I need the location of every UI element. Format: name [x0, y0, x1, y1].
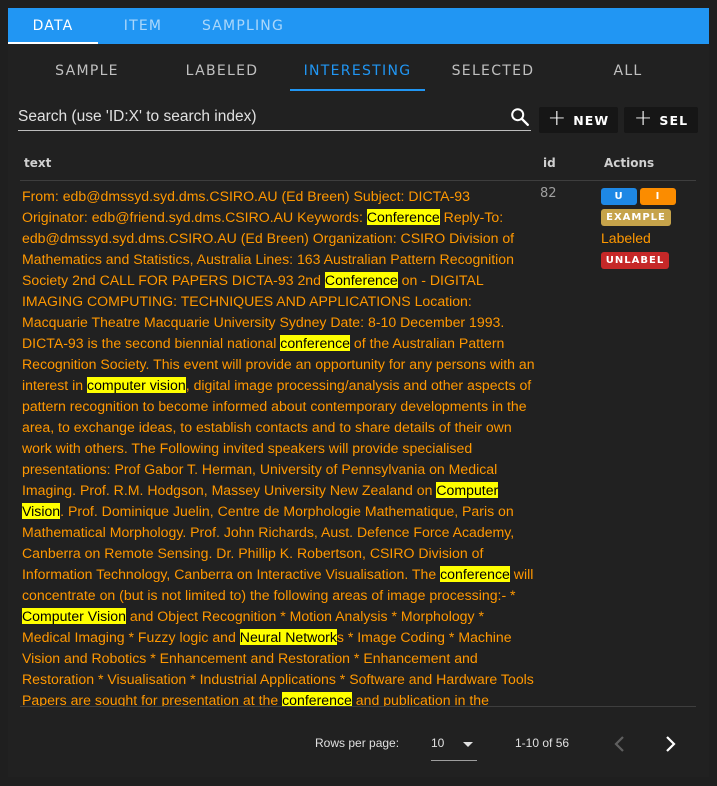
highlighted-keyword: Conference [324, 272, 398, 288]
subtab-labeled[interactable]: LABELED [167, 52, 277, 90]
table-row: From: edb@dmssyd.syd.dms.CSIRO.AU (Ed Br… [20, 180, 696, 707]
text-segment: , digital image processing/analysis and … [22, 377, 532, 498]
subtab-selected[interactable]: SELECTED [438, 52, 548, 90]
table-header: text id Actions [20, 148, 696, 181]
unlabel-button[interactable]: UNLABEL [601, 252, 669, 269]
top-tab-bar: DATA ITEM SAMPLING [8, 8, 709, 44]
highlighted-keyword: computer vision [87, 377, 186, 393]
mark-i-button[interactable]: I [640, 188, 676, 205]
sel-button-label: SEL [659, 112, 689, 128]
highlighted-keyword: conference [440, 566, 510, 582]
page-range: 1-10 of 56 [515, 736, 570, 750]
example-button[interactable]: EXAMPLE [601, 209, 671, 226]
subtab-sample-label: SAMPLE [55, 63, 119, 79]
tab-data[interactable]: DATA [8, 8, 98, 44]
subtab-interesting[interactable]: INTERESTING [290, 52, 425, 91]
rows-per-page-value: 10 [431, 736, 445, 750]
pagination-footer: Rows per page: 10 1-10 of 56 [8, 706, 709, 777]
highlighted-keyword: conference [280, 335, 351, 351]
active-subtab-indicator [290, 89, 425, 91]
text-segment: and publication in the [351, 692, 489, 707]
column-header-id: id [543, 156, 556, 170]
subtab-selected-label: SELECTED [451, 63, 535, 79]
tab-data-label: DATA [32, 18, 74, 34]
column-header-actions: Actions [604, 156, 655, 170]
highlighted-keyword: conference [282, 692, 352, 707]
row-text-cell: From: edb@dmssyd.syd.dms.CSIRO.AU (Ed Br… [22, 186, 536, 707]
subtab-all[interactable]: ALL [573, 52, 683, 90]
highlighted-keyword: Neural Network [239, 629, 337, 645]
search-field [18, 106, 531, 131]
new-button[interactable]: + NEW [539, 107, 618, 133]
tab-item-label: ITEM [123, 18, 163, 34]
plus-icon: + [633, 106, 654, 131]
subtab-interesting-label: INTERESTING [303, 63, 412, 79]
search-icon[interactable] [509, 106, 531, 128]
highlighted-keyword: Computer Vision [22, 608, 126, 624]
plus-icon: + [547, 106, 568, 131]
app-window: DATA ITEM SAMPLING SAMPLE LABELED INTERE… [8, 8, 709, 777]
chevron-right-icon[interactable] [658, 732, 682, 756]
caret-down-icon [463, 742, 473, 747]
sel-button[interactable]: + SEL [624, 107, 698, 133]
subtab-all-label: ALL [613, 63, 643, 79]
mark-u-button[interactable]: U [601, 188, 637, 205]
new-button-label: NEW [573, 112, 610, 128]
rows-per-page-label: Rows per page: [315, 736, 400, 750]
highlighted-keyword: Conference [366, 209, 440, 225]
search-input[interactable] [18, 106, 498, 128]
tab-sampling-label: SAMPLING [201, 18, 285, 34]
label-status: Labeled [601, 230, 651, 246]
tab-sampling[interactable]: SAMPLING [188, 8, 298, 44]
subtab-sample[interactable]: SAMPLE [32, 52, 142, 90]
chevron-left-icon[interactable] [608, 732, 632, 756]
row-id-cell: 82 [540, 186, 557, 201]
column-header-text: text [24, 156, 52, 170]
sub-tab-bar: SAMPLE LABELED INTERESTING SELECTED ALL [8, 44, 709, 92]
tab-item[interactable]: ITEM [98, 8, 188, 44]
subtab-labeled-label: LABELED [185, 63, 259, 79]
rows-per-page-select[interactable]: 10 [431, 726, 477, 761]
